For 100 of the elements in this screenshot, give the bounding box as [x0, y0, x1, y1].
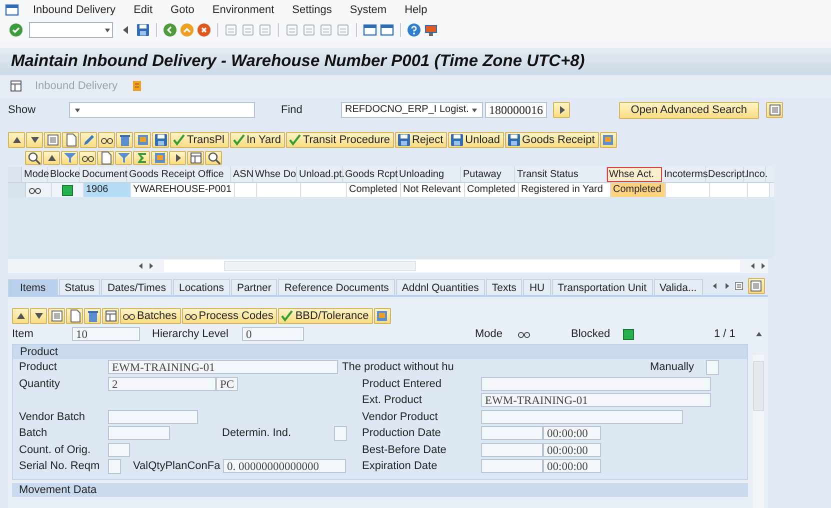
serial-checkbox[interactable]	[108, 458, 121, 474]
menu-item[interactable]: Settings	[292, 4, 332, 16]
dropdown-icon[interactable]	[73, 106, 82, 114]
toolbar-button[interactable]: Batches	[120, 308, 181, 324]
delete-button[interactable]	[84, 308, 101, 324]
hierarchy-level-field[interactable]: 0	[242, 327, 304, 341]
glasses-button[interactable]	[79, 150, 96, 164]
toolbar-button[interactable]: Process Codes	[182, 308, 278, 324]
delete-button[interactable]	[116, 132, 133, 148]
scroll-up-button[interactable]	[8, 132, 25, 148]
dropdown-icon[interactable]	[470, 106, 479, 114]
item-field[interactable]: 10	[72, 327, 140, 341]
date-field[interactable]	[481, 442, 543, 457]
column-header[interactable]: Document	[80, 167, 127, 182]
ext-product-field[interactable]: EWM-TRAINING-01	[481, 393, 711, 408]
magnifier-button[interactable]	[25, 150, 42, 164]
toolbar-button[interactable]: Transit Procedure	[286, 132, 394, 148]
toolbar-button[interactable]: TransPl	[170, 132, 228, 148]
country-field[interactable]	[108, 442, 130, 457]
tab-list-icon[interactable]	[734, 280, 744, 290]
execute-search-button[interactable]	[553, 102, 570, 118]
layout-button[interactable]	[187, 150, 204, 164]
edit-button[interactable]	[80, 132, 97, 148]
quantity-field[interactable]: 2	[108, 376, 216, 391]
toolbar-button[interactable]: Unload	[448, 132, 504, 148]
tab[interactable]: Valida...	[654, 279, 703, 295]
column-header[interactable]: ASN	[231, 167, 253, 182]
menu-item[interactable]: Goto	[170, 4, 194, 16]
tab[interactable]: Transportation Unit	[552, 279, 653, 295]
find-value-field[interactable]: 180000016	[485, 102, 547, 118]
column-header[interactable]: Putaway	[461, 167, 515, 182]
column-header[interactable]: Unload.pt.	[297, 167, 343, 182]
column-header[interactable]: Descript.	[706, 167, 744, 182]
save-icon[interactable]	[136, 23, 150, 37]
scroll-down-button[interactable]	[30, 308, 47, 324]
tab[interactable]: Addnl Quantities	[396, 279, 485, 295]
scroll-up-icon[interactable]	[754, 329, 764, 339]
display-change-icon[interactable]	[9, 79, 23, 93]
menu-item[interactable]: Edit	[134, 4, 153, 16]
menu-item[interactable]: Environment	[212, 4, 274, 16]
time-field[interactable]: 00:00:00	[543, 442, 601, 457]
vendor-product-field[interactable]	[481, 410, 683, 424]
details-button[interactable]	[44, 132, 61, 148]
tab[interactable]: Dates/Times	[101, 279, 172, 295]
tab[interactable]: Status	[58, 279, 100, 295]
cancel-icon[interactable]	[197, 23, 211, 37]
toolbar-button[interactable]: In Yard	[230, 132, 285, 148]
sort-button[interactable]	[43, 150, 60, 164]
tab[interactable]: Locations	[173, 279, 230, 295]
save-button[interactable]	[152, 132, 169, 148]
magnifier-button[interactable]	[205, 150, 222, 164]
settings-button[interactable]	[748, 278, 765, 294]
create-button[interactable]	[66, 308, 83, 324]
time-field[interactable]: 00:00:00	[543, 459, 601, 474]
column-header[interactable]: Blocke	[48, 167, 80, 182]
display-button[interactable]	[98, 132, 115, 148]
unit-field[interactable]: PC	[216, 376, 238, 391]
tab[interactable]: Partner	[230, 279, 278, 295]
enter-icon[interactable]	[9, 23, 23, 37]
details-button[interactable]	[48, 308, 65, 324]
product-field[interactable]: EWM-TRAINING-01	[108, 360, 338, 374]
tab[interactable]: HU	[523, 279, 551, 295]
toolbar-button[interactable]: Goods Receipt	[505, 132, 599, 148]
find-field-dropdown[interactable]: REFDOCNO_ERP_I Logist.	[341, 102, 483, 118]
time-field[interactable]: 00:00:00	[543, 426, 601, 440]
column-header[interactable]: Incoterms	[662, 167, 706, 182]
vendor-batch-field[interactable]	[108, 410, 198, 424]
export-button[interactable]	[169, 150, 186, 164]
tab[interactable]: Items	[8, 279, 58, 295]
menu-icon[interactable]	[5, 2, 19, 16]
dropdown-icon[interactable]	[103, 26, 112, 34]
determination-checkbox[interactable]	[334, 426, 347, 441]
document-button[interactable]	[97, 150, 114, 164]
settings-button[interactable]	[766, 102, 783, 118]
column-header[interactable]: Whse Do	[253, 167, 297, 182]
column-header[interactable]: Whse Act.	[607, 167, 662, 182]
help-icon[interactable]	[407, 23, 421, 37]
manually-checkbox[interactable]	[706, 360, 719, 375]
column-header[interactable]: Unloading	[397, 167, 461, 182]
flag-button[interactable]	[151, 150, 168, 164]
menu-item[interactable]: Inbound Delivery	[33, 4, 116, 16]
batch-field[interactable]	[108, 426, 170, 440]
scroll-up-button[interactable]	[12, 308, 29, 324]
tab[interactable]: Reference Documents	[278, 279, 395, 295]
back-icon[interactable]	[163, 23, 177, 37]
column-header[interactable]: Mode	[22, 167, 48, 182]
vertical-scrollbar[interactable]	[753, 355, 764, 508]
command-field[interactable]	[29, 22, 113, 38]
date-field[interactable]	[481, 459, 543, 474]
more-button[interactable]	[600, 132, 617, 148]
layout-button[interactable]	[102, 308, 119, 324]
column-header[interactable]: Goods Receipt Office	[127, 167, 231, 182]
tab[interactable]: Texts	[486, 279, 522, 295]
advanced-search-button[interactable]: Open Advanced Search	[618, 102, 759, 118]
create-button[interactable]	[62, 132, 79, 148]
monitor-icon[interactable]	[424, 23, 438, 37]
valqty-field[interactable]: 0. 00000000000000	[223, 459, 346, 474]
toolbar-button[interactable]: BBD/Tolerance	[278, 308, 373, 324]
menu-item[interactable]: System	[350, 4, 387, 16]
column-header[interactable]: Inco.	[744, 167, 766, 182]
